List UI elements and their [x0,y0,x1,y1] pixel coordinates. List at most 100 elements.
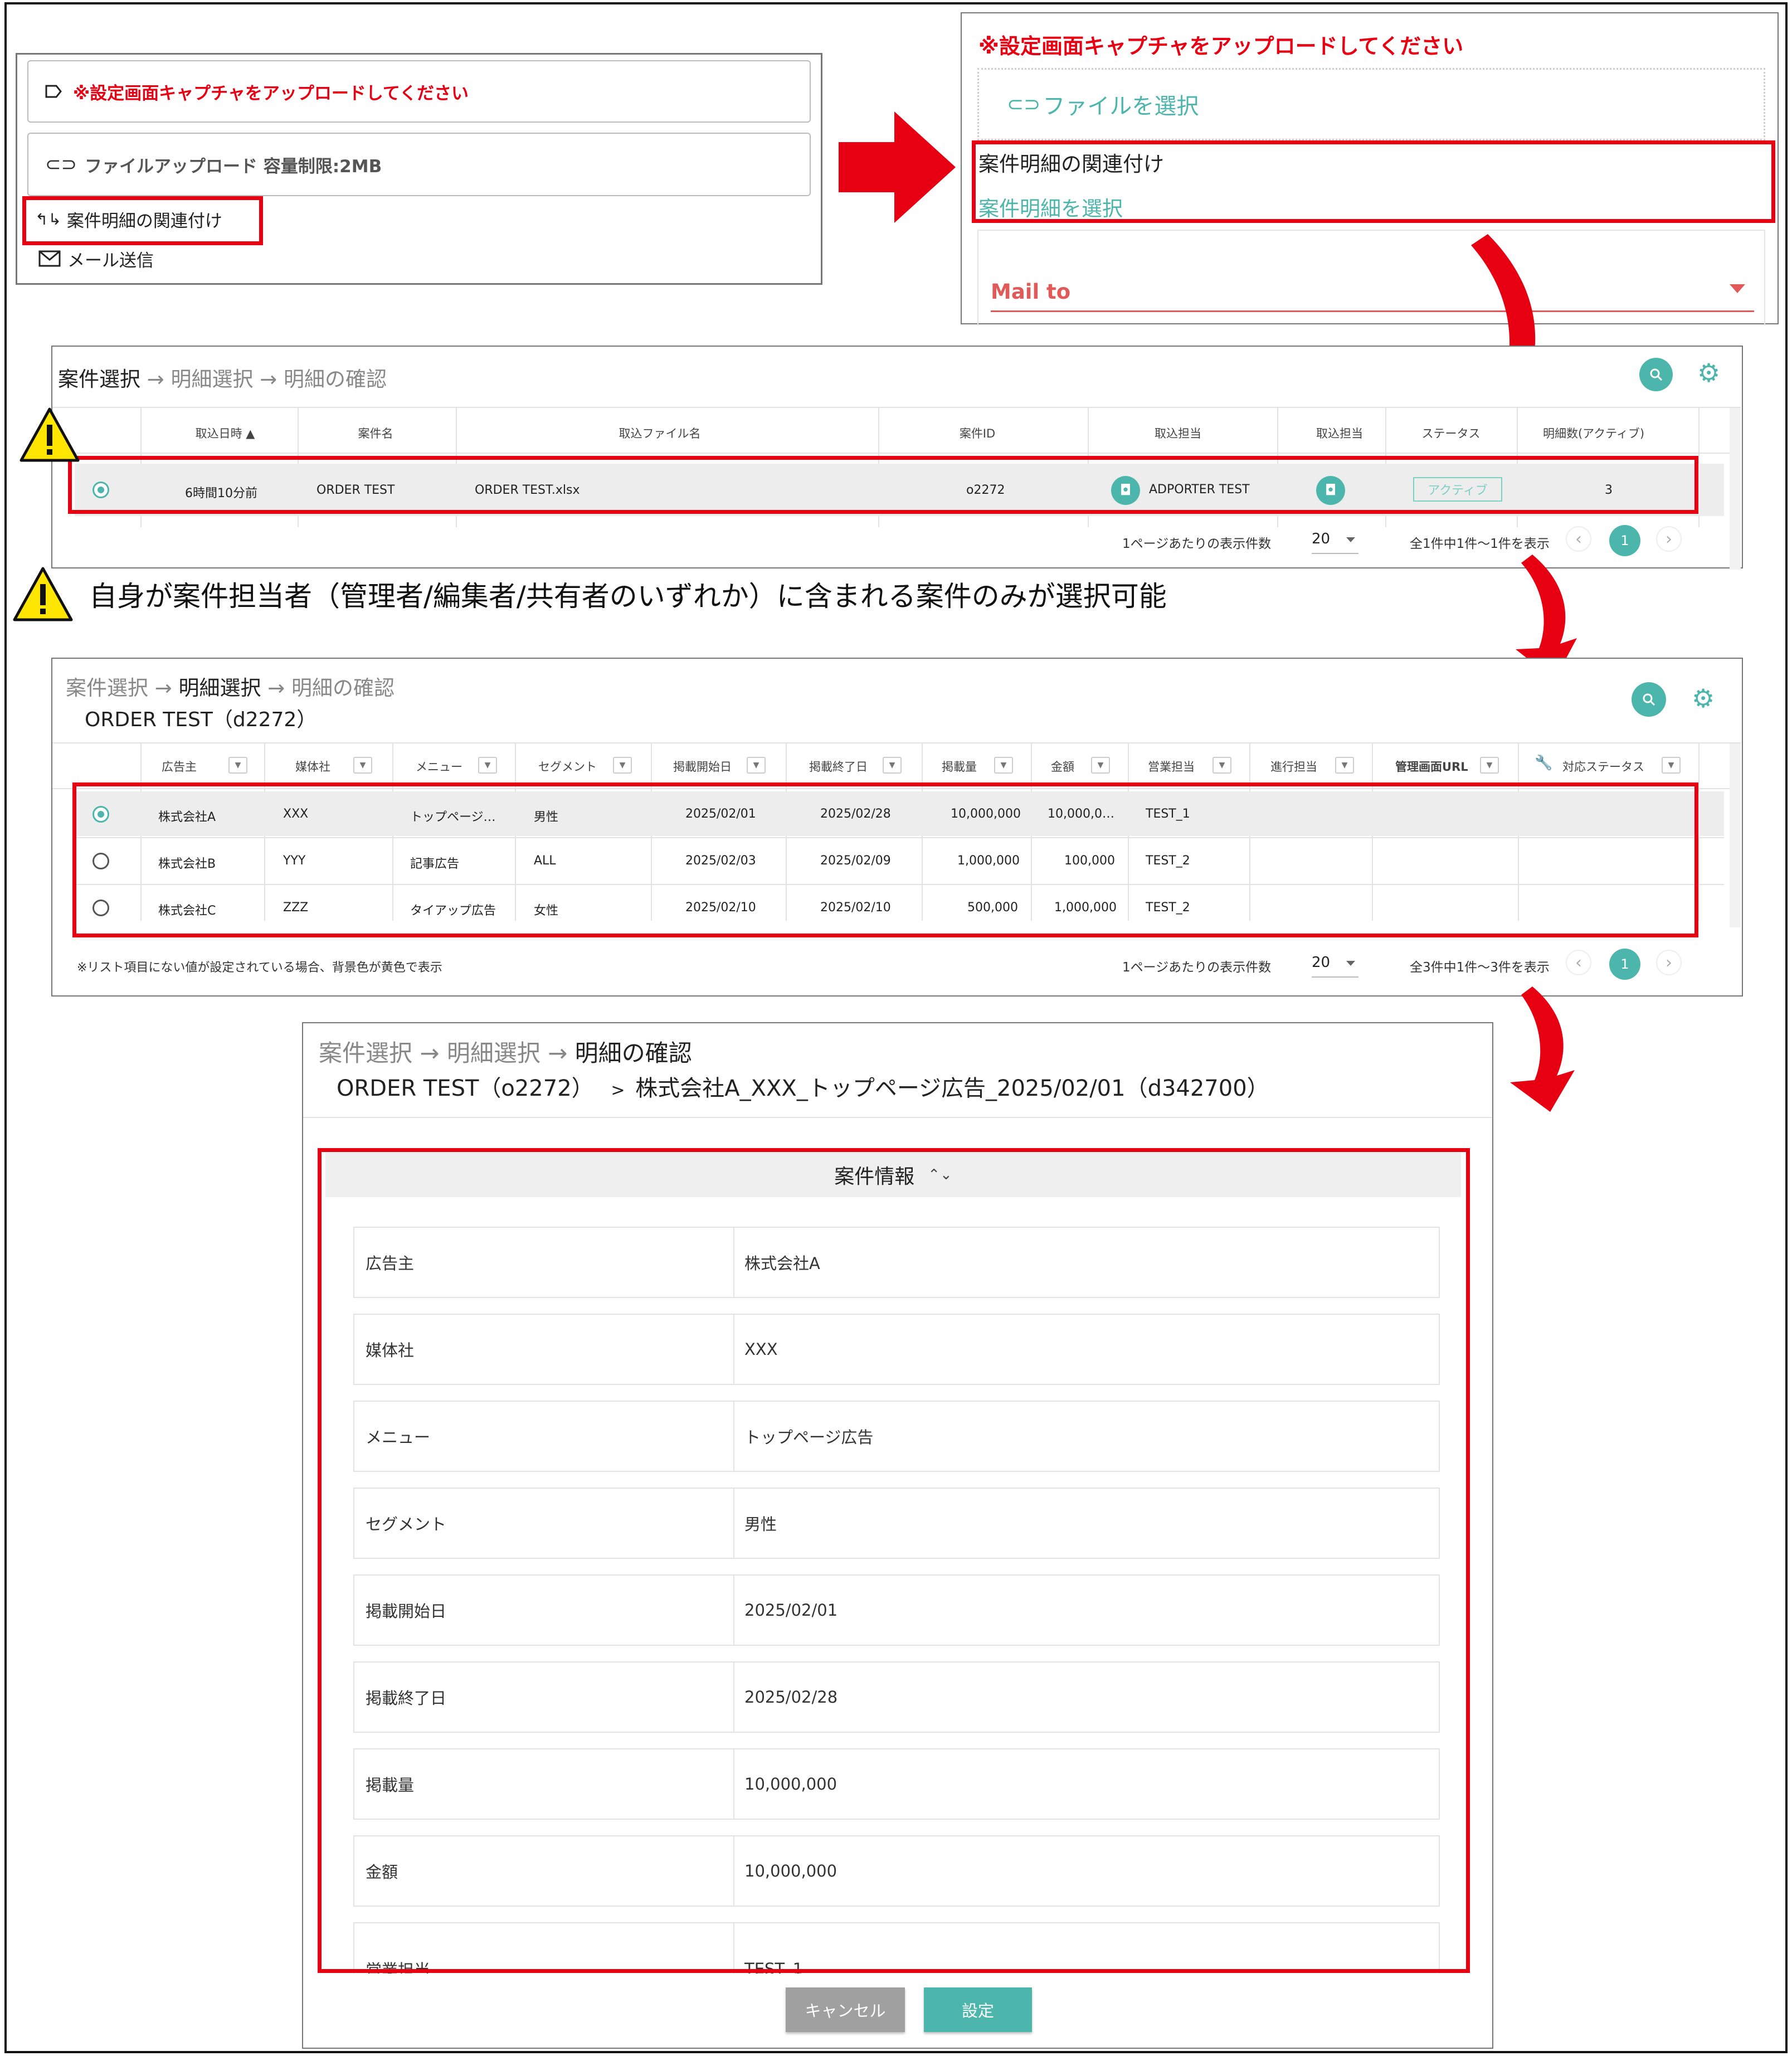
col-header[interactable]: 掲載終了日 [809,758,868,775]
file-select-dropzone[interactable]: ⊂⊃ ファイルを選択 [977,68,1765,140]
col-header[interactable]: 案件名 [348,425,403,441]
search-button[interactable] [1639,358,1673,391]
highlight-project-row [68,456,1698,514]
mail-to-select[interactable]: Mail to [991,274,1754,312]
project-subtitle: ORDER TEST（d2272） [85,708,317,731]
col-header[interactable]: メニュー [416,758,462,775]
col-header[interactable]: 対応ステータス [1562,758,1644,775]
per-page-value: 20 [1312,954,1331,971]
crumb-rest: → 明細の確認 [261,676,395,700]
crumb-rest: → 明細選択 → 明細の確認 [140,367,387,391]
col-header[interactable]: 掲載開始日 [673,758,732,775]
flow-arrow-down-icon [1510,986,1575,1112]
highlight-link-section [972,140,1775,223]
per-page-label: 1ページあたりの表示件数 [1122,960,1272,975]
col-header[interactable]: ステータス [1412,425,1490,441]
submit-button[interactable]: 設定 [924,1987,1032,2032]
crumb-first: 案件選択 → [66,676,179,700]
col-header[interactable]: 取込ファイル名 [610,425,710,441]
col-header[interactable]: 案件ID [944,425,1011,441]
filter-dropdown[interactable]: ▼ [1662,757,1681,774]
search-icon [1650,368,1663,381]
per-page-label: 1ページあたりの表示件数 [1122,537,1272,551]
warning-icon [20,407,80,462]
filter-dropdown[interactable]: ▼ [1480,757,1499,774]
page-button[interactable]: 1 [1609,525,1640,556]
page-button[interactable]: 1 [1609,949,1640,980]
per-page-select[interactable]: 20 [1312,950,1358,978]
col-header[interactable]: 営業担当 [1148,758,1195,775]
cancel-button[interactable]: キャンセル [786,1987,905,2032]
paperclip-icon: ⊂⊃ [45,153,77,176]
file-upload-item[interactable]: ⊂⊃ ファイルアップロード 容量制限:2MB [27,133,811,196]
mail-icon [38,250,61,267]
scrollbar[interactable] [1730,408,1741,570]
next-page-button[interactable]: › [1656,526,1682,552]
action-menu-panel: ※設定画面キャプチャをアップロードしてください ⊂⊃ ファイルアップロード 容量… [16,53,822,285]
chevron-down-icon [1346,961,1355,966]
mail-to-label: Mail to [991,280,1071,304]
col-header[interactable]: 金額 [1051,758,1074,775]
filter-dropdown[interactable]: ▼ [994,757,1013,774]
crumb-current: 明細の確認 [574,1039,692,1067]
chevron-down-icon [1346,537,1355,542]
file-upload-label: ファイルアップロード 容量制限:2MB [84,156,382,177]
tag-icon [45,85,62,98]
flow-arrow-right-icon [839,111,956,223]
col-header[interactable]: 広告主 [162,758,197,775]
chevron-down-icon [1730,284,1745,293]
settings-gear-icon[interactable]: ⚙ [1697,360,1720,386]
warning-message: 自身が案件担当者（管理者/編集者/共有者のいずれか）に含まれる案件のみが選択可能 [89,580,1167,613]
filter-dropdown[interactable]: ▼ [747,757,766,774]
per-page-value: 20 [1312,531,1331,547]
settings-gear-icon[interactable]: ⚙ [1692,686,1715,711]
filter-dropdown[interactable]: ▼ [228,757,247,774]
highlight-detail-section [318,1148,1470,1973]
scrollbar[interactable] [1730,743,1741,927]
item-label: 株式会社A_XXX_トップページ広告_2025/02/01（d342700） [635,1076,1269,1101]
upload-notice-item[interactable]: ※設定画面キャプチャをアップロードしてください [27,60,811,123]
highlight-link-items [22,196,263,245]
per-page-select[interactable]: 20 [1312,526,1358,554]
upload-notice-label: ※設定画面キャプチャをアップロードしてください [73,83,469,104]
crumb-current: 明細選択 [178,676,261,700]
filter-dropdown[interactable]: ▼ [478,757,497,774]
filter-dropdown[interactable]: ▼ [1091,757,1110,774]
crumb-first: 案件選択 → 明細選択 → [319,1039,575,1067]
upload-notice-title: ※設定画面キャプチャをアップロードしてください [978,34,1464,59]
filter-dropdown[interactable]: ▼ [1212,757,1231,774]
col-header[interactable]: 明細数(アクティブ) [1538,425,1649,441]
warning-icon [13,567,73,621]
table-note: ※リスト項目にない値が設定されている場合、背景色が黄色で表示 [77,961,442,975]
search-icon [1643,693,1655,706]
filter-dropdown[interactable]: ▼ [883,757,902,774]
item-subtitle: ORDER TEST（o2272） > 株式会社A_XXX_トップページ広告_2… [337,1070,1269,1102]
col-header[interactable]: 取込担当 [1306,425,1373,441]
paperclip-icon: ⊂⊃ [1007,93,1041,116]
col-header[interactable]: セグメント [538,758,597,775]
next-page-button[interactable]: › [1656,950,1682,975]
range-label: 全3件中1件〜3件を表示 [1410,960,1550,975]
crumb-current: 案件選択 [58,367,140,391]
breadcrumb: 案件選択 → 明細選択 → 明細の確認 [66,671,395,701]
prev-page-button[interactable]: ‹ [1566,526,1591,552]
filter-dropdown[interactable]: ▼ [613,757,632,774]
col-header[interactable]: 取込担当 [1145,425,1211,441]
mail-send-label: メール送信 [67,250,154,271]
wrench-icon: 🔧 [1535,755,1553,771]
filter-dropdown[interactable]: ▼ [353,757,372,774]
col-header[interactable]: 取込日時 ▲ [181,425,270,441]
breadcrumb: 案件選択 → 明細選択 → 明細の確認 [319,1034,692,1068]
col-header[interactable]: 媒体社 [295,758,330,775]
col-header[interactable]: 進行担当 [1270,758,1317,775]
col-header[interactable]: 管理画面URL [1395,758,1468,775]
range-label: 全1件中1件〜1件を表示 [1410,537,1550,551]
filter-dropdown[interactable]: ▼ [1335,757,1354,774]
col-header[interactable]: 掲載量 [942,758,977,775]
select-file-label: ファイルを選択 [1043,94,1199,119]
breadcrumb: 案件選択 → 明細選択 → 明細の確認 [58,362,387,392]
project-label: ORDER TEST（o2272） [337,1076,594,1101]
mail-send-menu-item[interactable]: メール送信 [38,242,154,275]
search-button[interactable] [1632,682,1666,717]
prev-page-button[interactable]: ‹ [1566,950,1591,975]
